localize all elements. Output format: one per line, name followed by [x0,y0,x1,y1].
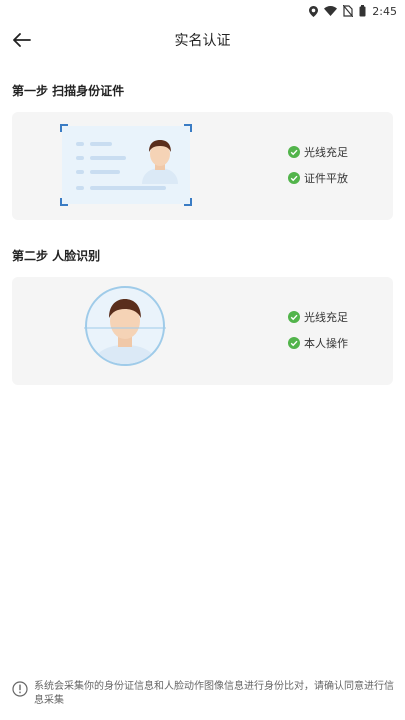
id-card-line [90,170,120,174]
portrait-icon [142,140,178,184]
requirement-label: 光线充足 [304,146,348,159]
id-card-line [90,156,126,160]
battery-icon [359,5,366,17]
face-recognition-card[interactable]: 光线充足 本人操作 [12,277,393,385]
requirement-item: 光线充足 [288,144,348,160]
status-bar: 2:45 [0,0,405,22]
no-sim-icon [343,5,354,17]
face-illustration [80,285,170,367]
step2-requirements: 光线充足 本人操作 [288,309,348,351]
scan-corner [184,198,192,206]
requirement-label: 光线充足 [304,311,348,324]
consent-notice: 系统会采集你的身份证信息和人脸动作图像信息进行身份比对，请确认同意进行信息采集 [12,680,397,708]
check-circle-icon [288,146,300,158]
requirement-item: 本人操作 [288,335,348,351]
page-title: 实名认证 [174,33,231,49]
scan-corner [184,124,192,132]
app-header: 实名认证 [0,22,405,58]
scan-corner [60,124,68,132]
status-time: 2:45 [372,4,397,18]
step1-requirements: 光线充足 证件平放 [288,144,348,186]
status-icons: 2:45 [309,2,397,20]
step1-title: 第一步 扫描身份证件 [12,84,125,98]
id-card-line [90,142,112,146]
wifi-icon [324,6,338,16]
id-card-line [76,142,84,146]
id-card-illustration [60,124,192,206]
step2-title: 第二步 人脸识别 [12,249,101,263]
check-circle-icon [288,172,300,184]
consent-notice-text: 系统会采集你的身份证信息和人脸动作图像信息进行身份比对，请确认同意进行信息采集 [34,681,394,706]
id-scan-card[interactable]: 光线充足 证件平放 [12,112,393,220]
requirement-item: 光线充足 [288,309,348,325]
requirement-label: 本人操作 [304,337,348,350]
info-icon [12,681,28,697]
face-avatar-icon [80,286,170,366]
check-circle-icon [288,337,300,349]
id-card-line [90,186,166,190]
location-icon [309,5,319,17]
requirement-label: 证件平放 [304,172,348,185]
scan-corner [60,198,68,206]
id-card-line [76,170,84,174]
check-circle-icon [288,311,300,323]
id-card-line [76,156,84,160]
requirement-item: 证件平放 [288,170,348,186]
id-card-line [76,186,84,190]
id-card-graphic [62,126,190,204]
